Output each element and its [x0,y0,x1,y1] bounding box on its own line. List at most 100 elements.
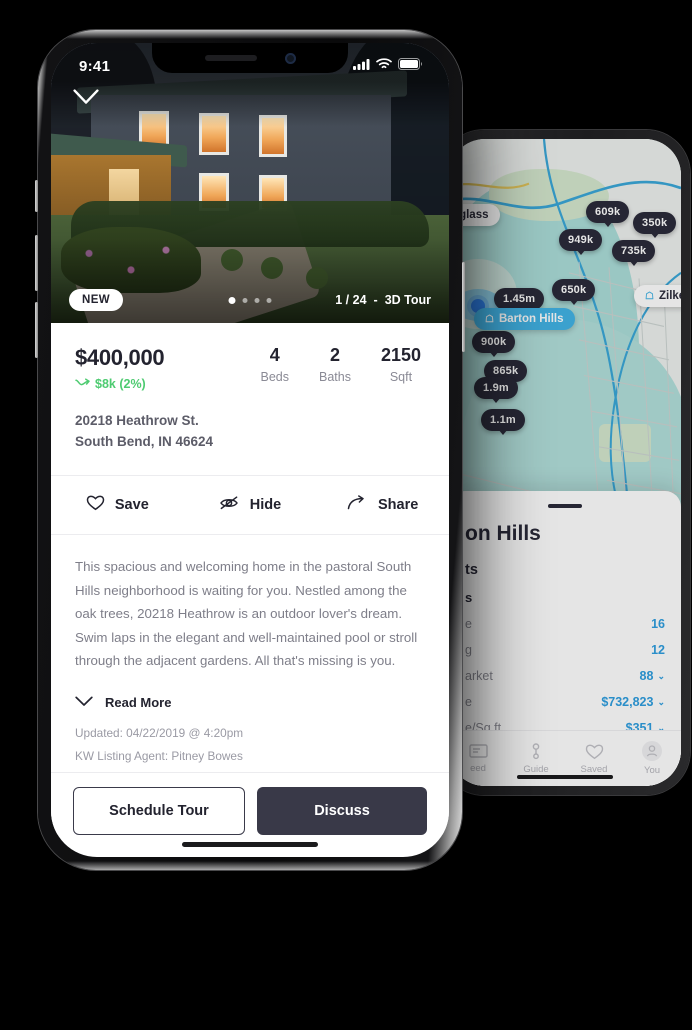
pagination-dot[interactable] [228,296,236,304]
map-price-pin[interactable]: 735k [612,240,656,262]
save-button[interactable]: Save [51,494,184,515]
tab-label: You [643,765,661,776]
sheet-title: on Hills [465,522,541,545]
stat-value-group: $732,823 ⌄ [601,695,665,709]
fact-value: 2150 [380,345,421,365]
tab-guide[interactable]: Guide [507,742,565,775]
stat-row[interactable]: e $732,823 ⌄ [465,689,665,715]
hero-overlay-bar: NEW 1 / 24 - 3D Tour [51,277,449,323]
fact-label: Sqft [389,370,413,384]
fact-baths: 2 Baths [319,345,351,384]
updated-timestamp: Updated: 04/22/2019 @ 4:20pm [75,726,244,741]
fact-value: 2 [329,345,340,365]
background-phone: 609k 350k 949k 735k 650k 1.45m 900k 865k… [440,130,690,795]
stat-value: 88 [639,669,654,683]
home-indicator [182,842,318,847]
stat-value: 16 [651,617,665,631]
fact-sqft: 2150 Sqft [381,345,421,384]
status-bar-time: 9:41 [79,57,111,75]
map-price-pin[interactable]: 1.1m [481,409,525,431]
stat-value: 12 [651,643,665,657]
foreground-phone-screen: 9:41 NEW 1 / 24 - 3D Tour $400,000 $8k (… [51,43,449,857]
stat-row[interactable]: e 16 [465,611,665,637]
action-label: Save [114,496,149,513]
fact-beds: 4 Beds [260,345,289,384]
property-address: 20218 Heathrow St. South Bend, IN 46624 [51,397,449,475]
sheet-section-2: s [465,590,473,605]
price-block: $400,000 $8k (2%) [75,345,165,391]
share-button[interactable]: Share [316,495,449,515]
action-label: Hide [249,496,282,513]
mute-switch[interactable] [35,180,38,212]
home-outline-icon: ☖ [645,290,654,302]
trend-down-icon [75,377,90,391]
pagination-dot[interactable] [242,297,248,303]
chevron-down-icon[interactable]: ⌄ [657,697,665,708]
stat-row[interactable]: arket 88 ⌄ [465,663,665,689]
chevron-down-icon[interactable]: ⌄ [657,671,665,682]
action-label: Share [378,496,419,513]
discuss-button[interactable]: Discuss [257,787,427,836]
stat-label: e [465,617,472,631]
separator: - [373,293,378,307]
person-icon [642,741,662,761]
property-facts: 4 Beds 2 Baths 2150 Sqft [260,345,425,384]
cta-row: Schedule Tour Discuss [51,773,449,836]
sheet-section-1: ts [465,562,478,578]
screenshot-stage: 609k 350k 949k 735k 650k 1.45m 900k 865k… [0,0,692,1030]
price-change-text: $8k (2%) [95,377,146,391]
device-notch [152,43,348,73]
status-bar-indicators [353,57,423,75]
feed-icon [468,743,488,759]
stat-label: g [465,643,472,657]
address-line-2: South Bend, IN 46624 [75,433,214,449]
fact-label: Beds [260,370,289,384]
hide-button[interactable]: Hide [184,495,317,515]
map-price-pin[interactable]: 1.9m [474,377,518,399]
map-price-pin[interactable]: 1.45m [494,288,545,310]
stat-value-group: 88 ⌄ [640,669,665,683]
wifi-icon [376,57,392,75]
volume-up-button[interactable] [35,235,38,291]
listing-agent: KW Listing Agent: Pitney Bowes [75,749,243,764]
3d-tour-link[interactable]: 3D Tour [385,293,431,307]
stat-row[interactable]: g 12 [465,637,665,663]
schedule-tour-button[interactable]: Schedule Tour [73,787,245,836]
chevron-down-icon [73,89,99,109]
listing-meta: Updated: 04/22/2019 @ 4:20pm KW Listing … [51,726,449,763]
eye-off-icon [219,495,240,515]
tab-label: eed [470,763,486,774]
read-more-button[interactable]: Read More [51,677,449,726]
pagination-dot[interactable] [254,297,260,303]
map-price-pin[interactable]: 900k [472,331,516,353]
map-place-label-barton-hills[interactable]: ☖ Barton Hills [474,308,575,330]
map-price-pin[interactable]: 949k [559,229,603,251]
pagination-dot[interactable] [266,297,272,303]
place-label-text: Barton Hills [498,313,564,325]
photo-pagination-dots[interactable] [228,296,272,304]
volume-down-button[interactable] [35,302,38,358]
stat-label: arket [465,669,493,683]
map-price-pin[interactable]: 650k [552,279,596,301]
fact-value: 4 [269,345,280,365]
sheet-drag-handle[interactable] [548,504,582,508]
price-change-badge: $8k (2%) [75,377,164,391]
tab-you[interactable]: You [623,741,681,776]
property-description: This spacious and welcoming home in the … [75,558,418,669]
status-badge: NEW [69,289,124,311]
hero-right-group: 1 / 24 - 3D Tour [335,293,431,307]
listing-details: $400,000 $8k (2%) 4 Beds 2 Baths 2150 Sq… [51,323,449,836]
signal-bars-icon [353,57,370,75]
read-more-label: Read More [105,695,172,711]
power-button[interactable] [462,262,465,352]
map-price-pin[interactable]: 350k [633,212,677,234]
fact-label: Baths [318,370,351,384]
map-place-label-zilker[interactable]: ☖ Zilker W [634,285,681,307]
tab-saved[interactable]: Saved [565,743,623,775]
photo-counter: 1 / 24 [335,293,367,307]
battery-icon [398,57,423,75]
action-bar: Save Hide Share [51,476,449,534]
back-button[interactable] [73,89,99,110]
map-price-pin[interactable]: 609k [586,201,630,223]
property-hero-image[interactable]: NEW 1 / 24 - 3D Tour [51,43,449,323]
